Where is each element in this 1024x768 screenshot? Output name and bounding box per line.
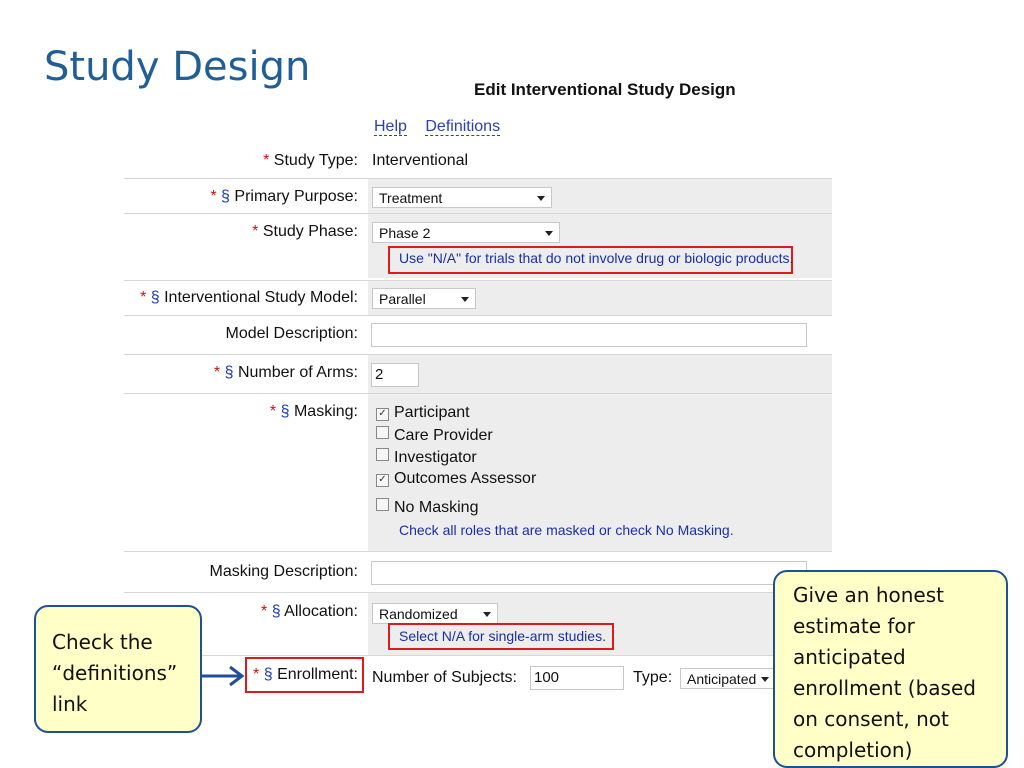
study-phase-select[interactable]: Phase 2 (372, 222, 560, 243)
study-type-cell: Interventional (368, 146, 832, 178)
primary-purpose-cell: Treatment (368, 179, 832, 213)
masking-description-row: Masking Description: (124, 551, 832, 592)
study-type-row: * Study Type: Interventional (124, 146, 832, 178)
study-model-label: * § Interventional Study Model: (140, 289, 358, 306)
masking-option[interactable]: ✓ Outcomes Assessor (376, 470, 536, 488)
model-description-input[interactable] (371, 323, 807, 347)
number-of-arms-label: * § Number of Arms: (213, 364, 358, 381)
arrow-right-icon (202, 665, 245, 687)
study-phase-hint: Use "N/A" for trials that do not involve… (399, 250, 794, 266)
allocation-row: * § Allocation: Randomized Select N/A fo… (124, 592, 832, 655)
primary-purpose-row: * § Primary Purpose: Treatment (124, 178, 832, 213)
allocation-cell: Randomized Select N/A for single-arm stu… (368, 593, 832, 655)
study-model-cell: Parallel (368, 281, 832, 315)
model-description-row: Model Description: (124, 315, 832, 354)
model-description-cell (368, 316, 832, 354)
masking-description-input[interactable] (371, 561, 807, 585)
allocation-select[interactable]: Randomized (372, 603, 498, 624)
definitions-callout: Check the “definitions” link (34, 605, 202, 733)
enrollment-type-select[interactable]: Anticipated (680, 668, 776, 689)
primary-purpose-label: * § Primary Purpose: (210, 188, 358, 205)
study-model-select[interactable]: Parallel (372, 288, 476, 309)
masking-option[interactable]: Investigator (376, 448, 477, 467)
chevron-down-icon (761, 677, 769, 682)
masking-option[interactable]: ✓ Participant (376, 404, 470, 422)
number-of-arms-cell: 2 (368, 355, 832, 393)
checkbox-icon (376, 448, 389, 461)
model-description-label: Model Description: (225, 325, 359, 342)
study-phase-cell: Phase 2 Use "N/A" for trials that do not… (368, 214, 832, 278)
definitions-link[interactable]: Definitions (425, 118, 501, 136)
slide-title: Study Design (44, 44, 311, 90)
enrollment-type-label: Type: (633, 669, 673, 686)
no-masking-option[interactable]: No Masking (376, 498, 478, 517)
number-of-arms-row: * § Number of Arms: 2 (124, 354, 832, 393)
primary-purpose-select[interactable]: Treatment (372, 187, 552, 208)
study-model-row: * § Interventional Study Model: Parallel (124, 280, 832, 315)
checkbox-checked-icon: ✓ (376, 474, 389, 487)
allocation-hint: Select N/A for single-arm studies. (399, 628, 606, 644)
help-link[interactable]: Help (374, 118, 407, 136)
checkbox-icon (376, 426, 389, 439)
number-of-arms-input[interactable]: 2 (371, 363, 419, 387)
subjects-label: Number of Subjects: (372, 669, 517, 686)
masking-row: * § Masking: ✓ Participant Care Provider … (124, 393, 832, 551)
masking-description-cell (368, 552, 832, 592)
checkbox-icon (376, 498, 389, 511)
masking-hint: Check all roles that are masked or check… (399, 522, 734, 538)
study-type-label: * Study Type: (263, 152, 358, 169)
study-type-value: Interventional (372, 152, 469, 169)
subjects-input[interactable]: 100 (530, 666, 624, 690)
chevron-down-icon (545, 231, 553, 236)
enrollment-cell: Number of Subjects: 100 Type: Anticipate… (368, 656, 832, 696)
masking-option[interactable]: Care Provider (376, 426, 493, 445)
required-marker: * (263, 152, 270, 169)
enrollment-callout: Give an honest estimate for anticipated … (773, 570, 1008, 768)
allocation-label: * § Allocation: (261, 603, 358, 620)
enrollment-label: * § Enrollment: (253, 666, 358, 683)
form-title: Edit Interventional Study Design (474, 80, 736, 99)
help-links: Help Definitions (374, 118, 514, 136)
masking-cell: ✓ Participant Care Provider Investigator … (368, 394, 832, 551)
chevron-down-icon (461, 297, 469, 302)
chevron-down-icon (483, 612, 491, 617)
checkbox-checked-icon: ✓ (376, 408, 389, 421)
masking-description-label: Masking Description: (209, 563, 359, 580)
masking-label: * § Masking: (269, 403, 358, 420)
chevron-down-icon (537, 196, 545, 201)
study-phase-label: * Study Phase: (252, 223, 358, 240)
study-phase-row: * Study Phase: Phase 2 Use "N/A" for tri… (124, 213, 832, 278)
